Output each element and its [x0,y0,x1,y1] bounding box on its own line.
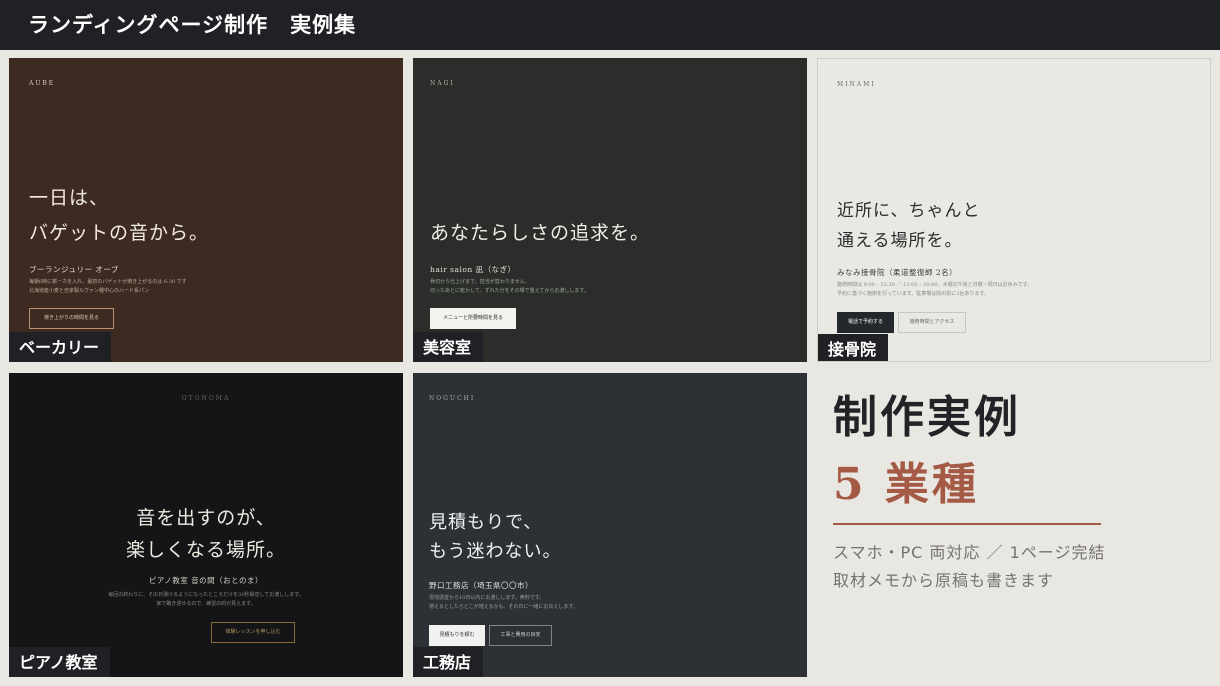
card-brand: NAGI [430,80,455,87]
example-card-bakery[interactable]: AUBE 一日は、 バゲットの音から。 ブーランジュリー オーブ 毎朝6時に薪ー… [9,58,403,362]
card-headline-line2: 楽しくなる場所。 [125,539,286,561]
card-description-line1: 施術時間は 9:00 – 12:30 ／ 15:00 – 20:00。木曜の午後… [837,282,1033,288]
summary-feature-line1: スマホ・PC 両対応 ／ 1ページ完結 [833,543,1106,562]
card-shop-name: みなみ接骨院（柔道整復師 2名） [837,268,958,277]
example-card-hair-salon[interactable]: NAGI あなたらしさの追求を。 hair salon 凪（なぎ） 骨切から仕上… [413,58,807,362]
card-description-line2: 北海道産小麦と自家製ルヴァン種中心のハード系パン [29,288,150,294]
work-and-costs-button[interactable]: 工事と費用の目安 [489,625,552,646]
card-description-line2: 切ったあとに乾かして、ずれた分をその場で整えてからお渡しします。 [430,288,589,294]
card-shop-name: ブーランジュリー オーブ [29,265,119,274]
top-bar: ランディングページ制作 実例集 [0,0,1220,50]
card-headline-line2: もう迷わない。 [429,541,562,562]
card-headline: あなたらしさの追求を。 [430,222,651,244]
card-description-line2: 家で聴き返せるので、練習の的が見えます。 [156,601,256,607]
category-tag: ピアノ教室 [9,647,110,677]
card-cta-button[interactable]: メニューと所要時間を見る [430,308,516,329]
hours-access-button[interactable]: 施術時間とアクセス [898,312,966,333]
card-description-line2: 増えるとしたらどこが増えるかも、その日に一緒にお伝えします。 [429,604,578,610]
card-description-line2: 予約に基づく施術を行っています。駐車場は院の前に3台あります。 [837,291,989,297]
card-brand: AUBE [29,80,56,87]
card-headline-line1: 近所に、ちゃんと [837,201,981,221]
call-to-book-button[interactable]: 電話で予約する [837,312,894,333]
card-headline-line1: 音を出すのが、 [136,507,276,529]
category-tag: 工務店 [413,647,484,677]
page-title: ランディングページ制作 実例集 [28,13,357,37]
card-description-line1: 毎朝6時に薪ーカを入れ、最初のバゲットが焼き上がるのは 6:30 です [29,279,187,285]
card-cta-button[interactable]: 焼き上がりの時間を見る [29,308,114,329]
card-description-line1: 現地調査から10日以内にお渡しします。無料です。 [429,595,545,601]
card-shop-name: 野口工務店（埼玉県〇〇市） [429,581,533,590]
card-shop-name: ピアノ教室 音の間（おとのま） [148,576,264,585]
category-tag: ベーカリー [9,332,112,362]
card-description-line1: 骨切から仕上げまで、担当が替わりません。 [430,279,530,285]
summary-industry-count: 5 業種 [833,459,979,510]
request-estimate-button[interactable]: 見積もりを頼む [429,625,485,646]
card-headline-line2: バゲットの音から。 [29,222,210,244]
card-brand: NOGUCHI [429,395,476,402]
example-card-piano-school[interactable]: OTONOMA 音を出すのが、 楽しくなる場所。 ピアノ教室 音の間（おとのま）… [9,373,403,677]
category-tag: 接骨院 [818,334,889,361]
card-brand: OTONOMA [181,395,231,402]
card-shop-name: hair salon 凪（なぎ） [430,265,516,274]
example-card-builder[interactable]: NOGUCHI 見積もりで、 もう迷わない。 野口工務店（埼玉県〇〇市） 現地調… [413,373,807,677]
example-card-clinic[interactable]: MINAMI 近所に、ちゃんと 通える場所を。 みなみ接骨院（柔道整復師 2名）… [817,58,1211,362]
card-brand: MINAMI [837,81,876,88]
card-cta-button[interactable]: 体験レッスンを申し込む [211,622,295,643]
card-headline-line1: 見積もりで、 [429,512,543,533]
card-headline-line2: 通える場所を。 [837,231,963,251]
category-tag: 美容室 [413,332,484,362]
card-description-line1: 毎回の終わりに、その日弾けるようになったところだけを30秒録音してお渡しします。 [108,592,304,598]
summary-divider [833,523,1101,525]
summary-feature-line2: 取材メモから原稿も書きます [833,571,1055,590]
summary-title: 制作実例 [833,392,1021,443]
card-headline-line1: 一日は、 [29,187,110,209]
